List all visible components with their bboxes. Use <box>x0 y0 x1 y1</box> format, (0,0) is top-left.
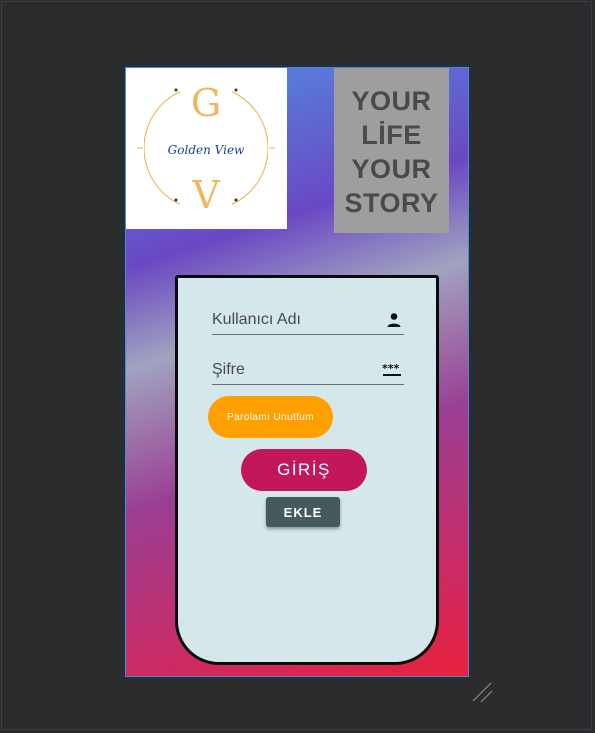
login-button[interactable]: GİRİŞ <box>241 449 367 491</box>
username-field <box>212 308 404 335</box>
slogan-line: STORY <box>344 188 439 218</box>
phone-preview: G Golden View V YOUR LİFE YOUR STORY *** <box>125 67 469 677</box>
password-dots-icon: *** <box>382 362 402 383</box>
logo-top-letter: G <box>191 81 221 125</box>
login-card: *** Parolamı Unuttum GİRİŞ EKLE <box>175 275 439 665</box>
password-input[interactable] <box>212 358 377 382</box>
password-field: *** <box>212 358 404 385</box>
logo-bottom-letter: V <box>191 173 220 217</box>
slogan-line: LİFE <box>361 120 422 150</box>
add-button[interactable]: EKLE <box>266 497 340 527</box>
svg-text:***: *** <box>382 362 400 375</box>
golden-view-logo: G Golden View V <box>126 68 287 229</box>
forgot-password-button[interactable]: Parolamı Unuttum <box>208 396 333 438</box>
logo-script-text: Golden View <box>168 143 245 157</box>
slogan-box: YOUR LİFE YOUR STORY <box>334 68 449 233</box>
username-input[interactable] <box>212 308 377 332</box>
slogan-line: YOUR <box>351 154 432 184</box>
resize-handle-icon[interactable] <box>471 681 495 710</box>
person-icon <box>386 312 402 333</box>
slogan-line: YOUR <box>351 86 432 116</box>
